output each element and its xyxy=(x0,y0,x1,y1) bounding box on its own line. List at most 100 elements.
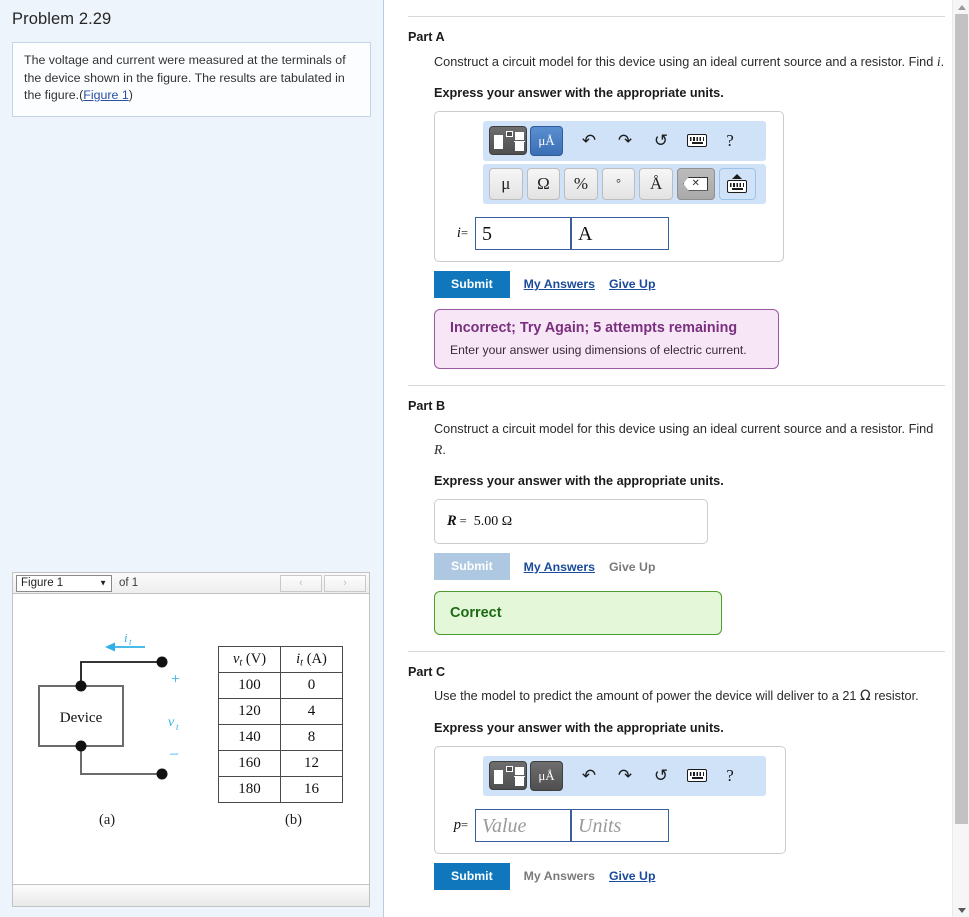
part-c-answer-card: μÅ ↶ ↷ ↺ ? p= Value Units xyxy=(434,745,786,854)
cell-current: 16 xyxy=(280,776,343,803)
cell-voltage: 140 xyxy=(218,724,281,751)
figure-1-link[interactable]: Figure 1 xyxy=(83,88,128,102)
figure-prev-button[interactable]: ‹ xyxy=(280,574,322,592)
table-row: 180 16 xyxy=(218,776,343,803)
figure-select[interactable]: Figure 1 ▼ xyxy=(16,574,112,592)
part-c-value-input[interactable]: Value xyxy=(475,808,571,842)
backspace-icon[interactable]: ✕ xyxy=(676,167,715,200)
svg-text:t: t xyxy=(129,637,132,647)
figure-footer-bar xyxy=(12,885,370,907)
units-toggle-button[interactable]: μÅ xyxy=(530,760,563,791)
scroll-up-icon[interactable] xyxy=(953,0,969,14)
table-row: 100 0 xyxy=(218,672,343,699)
problem-page: Problem 2.29 The voltage and current wer… xyxy=(0,0,969,917)
part-a-feedback-incorrect: Incorrect; Try Again; 5 attempts remaini… xyxy=(434,308,779,369)
math-template-icon[interactable] xyxy=(489,761,527,791)
part-c-units-input[interactable]: Units xyxy=(571,808,669,842)
part-b-variable-label: R xyxy=(447,513,457,530)
key-omega[interactable]: Ω xyxy=(526,167,561,200)
figure-link-close-paren: ) xyxy=(128,88,133,103)
cell-voltage: 120 xyxy=(218,698,281,725)
part-b-submit-button: Submit xyxy=(434,553,510,581)
key-percent[interactable]: % xyxy=(564,167,598,200)
hide-keyboard-icon[interactable] xyxy=(718,167,757,200)
divider-part-a xyxy=(408,16,945,17)
part-c-instruction: Express your answer with the appropriate… xyxy=(434,720,724,735)
part-b-equals: = xyxy=(459,514,467,529)
column-header-current: it (A) xyxy=(280,646,343,673)
part-c-give-up-link[interactable]: Give Up xyxy=(609,869,655,883)
keyboard-icon[interactable] xyxy=(679,761,715,790)
figure-toolbar: Figure 1 ▼ of 1 ‹ › xyxy=(12,572,370,594)
reset-icon[interactable]: ↺ xyxy=(643,126,679,155)
part-c-submit-button[interactable]: Submit xyxy=(434,862,510,890)
table-header-row: vt (V) it (A) xyxy=(218,646,343,673)
part-c-question-suffix: resistor. xyxy=(874,689,919,704)
keyboard-icon[interactable] xyxy=(679,126,715,155)
figure-nav: ‹ › xyxy=(280,574,366,592)
table-row: 140 8 xyxy=(218,724,343,751)
undo-icon[interactable]: ↶ xyxy=(571,761,607,790)
part-b-body: Construct a circuit model for this devic… xyxy=(434,420,945,636)
figure-viewport[interactable]: Device i t + v t – (a) (b) vt (V) it (A) xyxy=(12,594,370,885)
cell-voltage: 180 xyxy=(218,776,281,803)
part-a-submit-button[interactable]: Submit xyxy=(434,270,510,298)
cell-current: 0 xyxy=(280,672,343,699)
part-b-heading: Part B xyxy=(408,398,446,413)
units-toggle-button[interactable]: μÅ xyxy=(530,125,563,156)
part-a-my-answers-link[interactable]: My Answers xyxy=(524,277,595,291)
vertical-scrollbar[interactable] xyxy=(952,0,969,917)
key-mu[interactable]: μ xyxy=(489,167,523,200)
part-c-my-answers-link: My Answers xyxy=(523,869,595,884)
undo-icon[interactable]: ↶ xyxy=(571,126,607,155)
cell-voltage: 160 xyxy=(218,750,281,777)
part-b-question-period: . xyxy=(442,443,446,458)
part-a-value-input[interactable]: 5 xyxy=(475,216,571,250)
page-title: Problem 2.29 xyxy=(12,10,112,28)
svg-text:v: v xyxy=(168,715,175,730)
part-a-give-up-link[interactable]: Give Up xyxy=(609,277,655,291)
redo-icon[interactable]: ↷ xyxy=(607,761,643,790)
part-b-my-answers-link[interactable]: My Answers xyxy=(524,560,595,574)
part-b-feedback-correct: Correct xyxy=(434,591,722,636)
part-a-feedback-detail: Enter your answer using dimensions of el… xyxy=(450,342,747,357)
part-a-units-input[interactable]: A xyxy=(571,216,669,250)
scroll-down-icon[interactable] xyxy=(953,903,969,917)
measurement-table: vt (V) it (A) 100 0 120 4 140 8 160 12 180 16 xyxy=(218,646,343,803)
part-b-answer-row: R = 5.00 Ω xyxy=(447,513,695,530)
cell-current: 4 xyxy=(280,698,343,725)
part-a-submit-row: Submit My Answers Give Up xyxy=(434,270,945,298)
part-a-heading: Part A xyxy=(408,30,445,44)
key-angstrom[interactable]: Å xyxy=(639,167,673,200)
math-template-icon[interactable] xyxy=(489,126,527,156)
part-c-question-text: Use the model to predict the amount of p… xyxy=(434,689,857,704)
scrollbar-thumb[interactable] xyxy=(955,14,968,824)
part-c-body: Use the model to predict the amount of p… xyxy=(434,686,945,890)
part-b-answer-card: R = 5.00 Ω xyxy=(434,499,708,545)
svg-text:t: t xyxy=(176,722,179,732)
part-a-math-toolbar-row2: μ Ω % ° Å ✕ xyxy=(483,163,766,204)
part-c-ohm-symbol: Ω xyxy=(859,688,871,705)
reset-icon[interactable]: ↺ xyxy=(643,761,679,790)
part-c-variable-label: p= xyxy=(453,816,468,833)
help-icon[interactable]: ? xyxy=(715,761,745,790)
part-b-feedback-title: Correct xyxy=(450,605,502,622)
part-c-submit-row: Submit My Answers Give Up xyxy=(434,862,945,890)
key-degree[interactable]: ° xyxy=(601,167,636,200)
figure-next-button[interactable]: › xyxy=(324,574,366,592)
part-c-input-row: p= Value Units xyxy=(445,808,775,842)
figure-caption-a: (a) xyxy=(99,812,116,828)
figure-select-value: Figure 1 xyxy=(21,577,64,589)
part-c-question: Use the model to predict the amount of p… xyxy=(434,686,945,708)
part-a-input-row: i= 5 A xyxy=(445,216,773,250)
problem-statement: The voltage and current were measured at… xyxy=(12,42,371,117)
part-b-instruction: Express your answer with the appropriate… xyxy=(434,474,724,489)
part-a-math-toolbar-row1: μÅ ↶ ↷ ↺ ? xyxy=(483,120,766,161)
column-header-voltage: vt (V) xyxy=(218,646,281,673)
redo-icon[interactable]: ↷ xyxy=(607,126,643,155)
table-row: 120 4 xyxy=(218,698,343,725)
part-a-variable-label: i= xyxy=(456,224,468,241)
chevron-down-icon: ▼ xyxy=(99,578,107,588)
svg-text:+: + xyxy=(171,671,180,688)
help-icon[interactable]: ? xyxy=(715,126,745,155)
